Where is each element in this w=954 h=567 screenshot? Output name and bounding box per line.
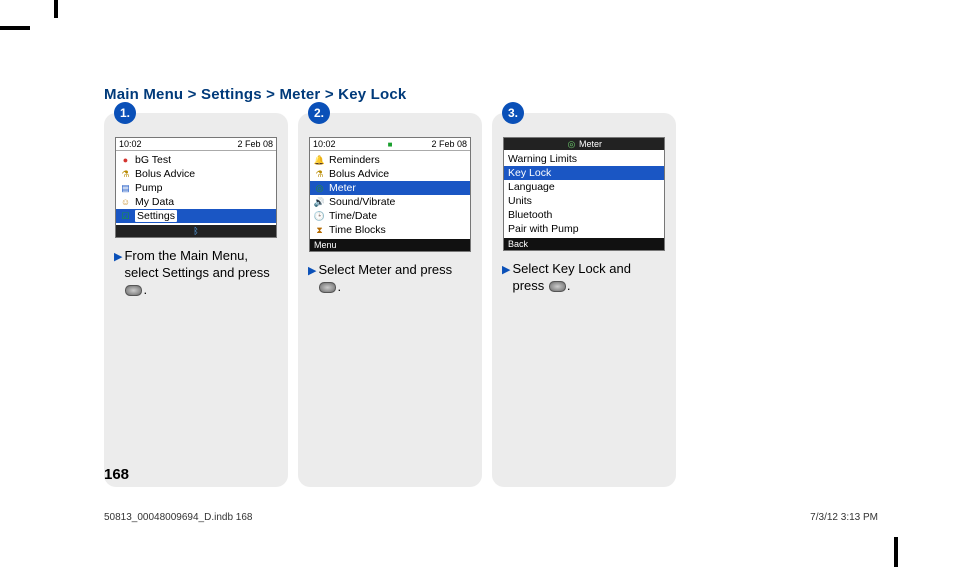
- footer-left: 50813_00048009694_D.indb 168: [104, 512, 252, 523]
- menu-label: Reminders: [329, 154, 380, 166]
- breadcrumb: Main Menu > Settings > Meter > Key Lock: [104, 86, 874, 103]
- menu-item-bluetooth[interactable]: Bluetooth: [504, 208, 664, 222]
- softkey-bar: Back: [504, 238, 664, 250]
- screen-3: ◎ Meter Warning Limits Key Lock Language: [503, 137, 665, 251]
- menu-label: Bolus Advice: [135, 168, 195, 180]
- menu-item-pair[interactable]: Pair with Pump: [504, 222, 664, 236]
- menu-item-bolus[interactable]: ⚗ Bolus Advice: [310, 167, 470, 181]
- bell-icon: 🔔: [314, 155, 325, 166]
- footer-right: 7/3/12 3:13 PM: [810, 512, 878, 523]
- clock-icon: 🕒: [314, 211, 325, 222]
- menu-item-reminders[interactable]: 🔔 Reminders: [310, 153, 470, 167]
- menu-label: Pair with Pump: [508, 223, 579, 235]
- panel-2: 2. 10:02 ■ 2 Feb 08 🔔 Reminders ⚗ Bolus …: [298, 113, 482, 487]
- softkey-left[interactable]: Menu: [314, 240, 337, 250]
- bolus-icon: ⚗: [314, 169, 325, 180]
- menu-label: Language: [508, 181, 555, 193]
- menu-item-mydata[interactable]: ☺ My Data: [116, 195, 276, 209]
- title: ◎ Meter: [566, 139, 602, 150]
- arrow-icon: ▶: [502, 261, 510, 277]
- meter-icon: ◎: [314, 183, 325, 194]
- softkey-left[interactable]: Back: [508, 239, 528, 249]
- caption-3: ▶ Select Key Lock and press .: [502, 261, 666, 295]
- sound-icon: 🔊: [314, 197, 325, 208]
- softkey-bar: Menu: [310, 239, 470, 251]
- blocks-icon: ⧗: [314, 225, 325, 236]
- caption-text: Select Key Lock and press .: [512, 261, 666, 295]
- screen-2: 10:02 ■ 2 Feb 08 🔔 Reminders ⚗ Bolus Adv…: [309, 137, 471, 252]
- status-date: 2 Feb 08: [431, 139, 467, 149]
- step-badge-1: 1.: [114, 102, 136, 124]
- caption-pre: Select Meter and press: [318, 262, 452, 277]
- press-button-icon: [125, 285, 142, 296]
- footer: 50813_00048009694_D.indb 168 7/3/12 3:13…: [104, 512, 878, 523]
- menu-item-bolus[interactable]: ⚗ Bolus Advice: [116, 167, 276, 181]
- pump-icon: ▤: [120, 183, 131, 194]
- caption-post: .: [143, 282, 147, 297]
- status-bar: 10:02 ■ 2 Feb 08: [310, 138, 470, 151]
- caption-1: ▶ From the Main Menu, select Settings an…: [114, 248, 278, 299]
- caption-2: ▶ Select Meter and press .: [308, 262, 472, 296]
- menu-label: My Data: [135, 196, 174, 208]
- panel-3: 3. ◎ Meter Warning Limits Key Lock: [492, 113, 676, 487]
- bolus-icon: ⚗: [120, 169, 131, 180]
- title-bar: ◎ Meter: [504, 138, 664, 150]
- arrow-icon: ▶: [114, 248, 122, 264]
- menu-label: Time/Date: [329, 210, 377, 222]
- menu-label: Settings: [135, 210, 177, 222]
- step-badge-2: 2.: [308, 102, 330, 124]
- menu-list: Warning Limits Key Lock Language Units B…: [504, 150, 664, 238]
- menu-item-settings[interactable]: ☑ Settings: [116, 209, 276, 223]
- bluetooth-icon: ᛒ: [193, 226, 198, 236]
- meter-icon: ◎: [566, 139, 577, 150]
- press-button-icon: [549, 281, 566, 292]
- drop-icon: ●: [120, 155, 131, 166]
- menu-item-timedate[interactable]: 🕒 Time/Date: [310, 209, 470, 223]
- panel-1: 1. 10:02 2 Feb 08 ● bG Test ⚗ Bolus Advi…: [104, 113, 288, 487]
- menu-item-sound[interactable]: 🔊 Sound/Vibrate: [310, 195, 470, 209]
- arrow-icon: ▶: [308, 262, 316, 278]
- menu-item-timeblocks[interactable]: ⧗ Time Blocks: [310, 223, 470, 237]
- status-bar: 10:02 2 Feb 08: [116, 138, 276, 151]
- menu-list: 🔔 Reminders ⚗ Bolus Advice ◎ Meter 🔊 Sou…: [310, 151, 470, 239]
- menu-label: Bolus Advice: [329, 168, 389, 180]
- menu-list: ● bG Test ⚗ Bolus Advice ▤ Pump ☺ My Dat…: [116, 151, 276, 225]
- caption-text: Select Meter and press .: [318, 262, 472, 296]
- page-number: 168: [104, 466, 129, 483]
- gear-icon: ☑: [120, 211, 131, 222]
- bluetooth-bar: ᛒ: [116, 225, 276, 237]
- menu-label: Bluetooth: [508, 209, 552, 221]
- menu-label: bG Test: [135, 154, 171, 166]
- status-time: 10:02: [119, 139, 142, 149]
- menu-item-language[interactable]: Language: [504, 180, 664, 194]
- menu-label: Units: [508, 195, 532, 207]
- caption-pre: Select Key Lock and press: [512, 261, 631, 293]
- status-center-icon: ■: [388, 140, 393, 149]
- menu-label: Sound/Vibrate: [329, 196, 395, 208]
- menu-item-keylock[interactable]: Key Lock: [504, 166, 664, 180]
- screen-1: 10:02 2 Feb 08 ● bG Test ⚗ Bolus Advice …: [115, 137, 277, 238]
- title-text: Meter: [579, 139, 602, 149]
- press-button-icon: [319, 282, 336, 293]
- step-panels: 1. 10:02 2 Feb 08 ● bG Test ⚗ Bolus Advi…: [104, 113, 874, 487]
- menu-item-units[interactable]: Units: [504, 194, 664, 208]
- menu-label: Time Blocks: [329, 224, 386, 236]
- menu-item-pump[interactable]: ▤ Pump: [116, 181, 276, 195]
- menu-item-warning[interactable]: Warning Limits: [504, 152, 664, 166]
- step-badge-3: 3.: [502, 102, 524, 124]
- menu-item-meter[interactable]: ◎ Meter: [310, 181, 470, 195]
- caption-pre: From the Main Menu, select Settings and …: [124, 248, 269, 280]
- caption-text: From the Main Menu, select Settings and …: [124, 248, 278, 299]
- data-icon: ☺: [120, 197, 131, 208]
- menu-label: Meter: [329, 182, 356, 194]
- caption-post: .: [567, 278, 571, 293]
- menu-label: Warning Limits: [508, 153, 577, 165]
- menu-label: Key Lock: [508, 167, 551, 179]
- status-date: 2 Feb 08: [237, 139, 273, 149]
- status-time: 10:02: [313, 139, 336, 149]
- menu-item-bgtest[interactable]: ● bG Test: [116, 153, 276, 167]
- menu-label: Pump: [135, 182, 162, 194]
- caption-post: .: [337, 279, 341, 294]
